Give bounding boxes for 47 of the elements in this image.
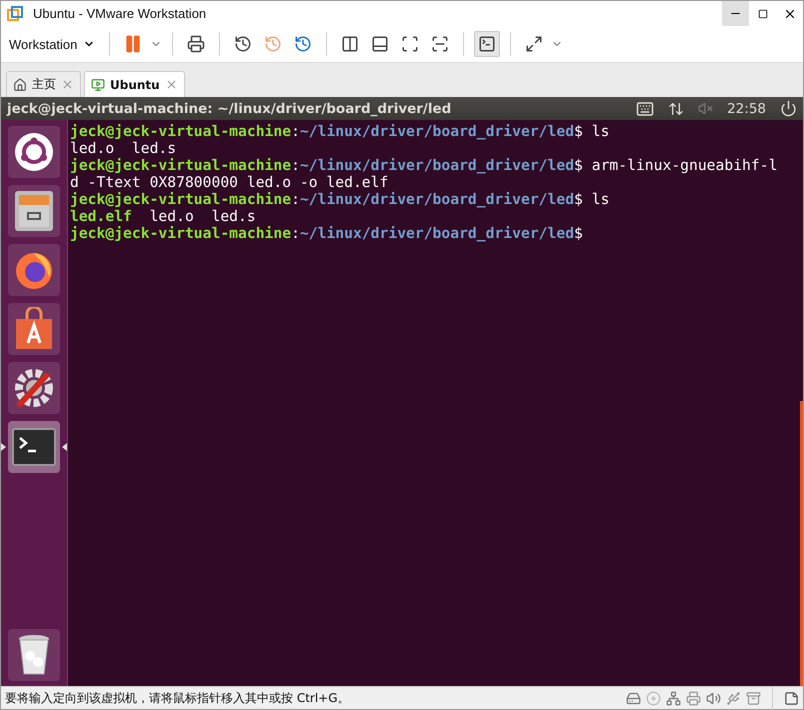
network-adapter-icon[interactable] bbox=[666, 690, 681, 706]
split-panel-icon bbox=[341, 35, 360, 53]
launcher-item[interactable] bbox=[8, 126, 60, 178]
console-view-button[interactable] bbox=[474, 31, 500, 57]
tab[interactable]: Ubuntu bbox=[84, 71, 185, 97]
vm-icon bbox=[91, 78, 105, 92]
ubuntu-logo-icon bbox=[14, 132, 54, 172]
maximize-icon bbox=[758, 8, 768, 18]
file-cabinet-icon bbox=[13, 189, 55, 233]
clock[interactable]: 22:58 bbox=[727, 100, 766, 116]
clock-icon bbox=[234, 35, 252, 53]
bottom-panel-icon bbox=[371, 35, 390, 53]
mute-icon[interactable] bbox=[698, 101, 714, 116]
home-icon bbox=[13, 78, 27, 92]
console-icon bbox=[478, 35, 496, 53]
launcher-item[interactable] bbox=[8, 629, 60, 681]
active-indicator-icon bbox=[62, 443, 67, 451]
launcher-item[interactable] bbox=[8, 244, 60, 296]
printer-icon bbox=[187, 35, 206, 53]
active-indicator-icon bbox=[1, 443, 6, 451]
shopping-bag-icon bbox=[14, 307, 54, 351]
app-logo-icon bbox=[7, 6, 23, 22]
terminal-output: jeck@jeck-virtual-machine:~/linux/driver/board_driver/led$ ls led.o led.s jeck@jeck-virtual-machine:~/linux/driver/board_driver/led$ arm-linux-gnueabihf-l d -Ttext 0X87800000 led.o -o led.elf jeck@jeck-virtual-machine:~/linux/driver/board_driver/led$ ls led.elf led.o led.s jeck@jeck-virtual-machine:~/linux/driver/board_driver/led$ bbox=[68, 120, 803, 686]
status-message: 要将输入定向到该虚拟机，请将鼠标指针移入其中或按 Ctrl+G。 bbox=[5, 690, 351, 706]
launcher-item[interactable] bbox=[8, 362, 60, 414]
launcher-item[interactable] bbox=[8, 185, 60, 237]
stretch-icon bbox=[525, 35, 544, 53]
network-icon[interactable] bbox=[668, 100, 684, 116]
clock-icon bbox=[264, 35, 282, 53]
trash-icon bbox=[17, 634, 51, 676]
close-icon bbox=[61, 78, 74, 91]
keyboard-icon[interactable] bbox=[636, 100, 654, 118]
close-icon bbox=[164, 78, 178, 91]
terminal-window-title: jeck@jeck-virtual-machine: ~/linux/driver/board_driver/led bbox=[7, 100, 452, 116]
sound-icon[interactable] bbox=[706, 690, 721, 706]
workstation-menu[interactable]: Workstation bbox=[5, 36, 100, 52]
launcher-item[interactable] bbox=[8, 303, 60, 355]
full-screen-icon bbox=[401, 35, 420, 53]
window-title: Ubuntu - VMware Workstation bbox=[33, 6, 208, 21]
tab[interactable]: 主页 bbox=[6, 71, 81, 97]
scrollbar[interactable] bbox=[800, 401, 803, 686]
frame-icon bbox=[431, 35, 450, 53]
settings-icon bbox=[12, 366, 56, 410]
terminal-icon bbox=[12, 428, 56, 466]
note-icon[interactable] bbox=[784, 690, 799, 706]
clock-icon bbox=[294, 35, 312, 53]
power-icon[interactable] bbox=[780, 100, 797, 117]
